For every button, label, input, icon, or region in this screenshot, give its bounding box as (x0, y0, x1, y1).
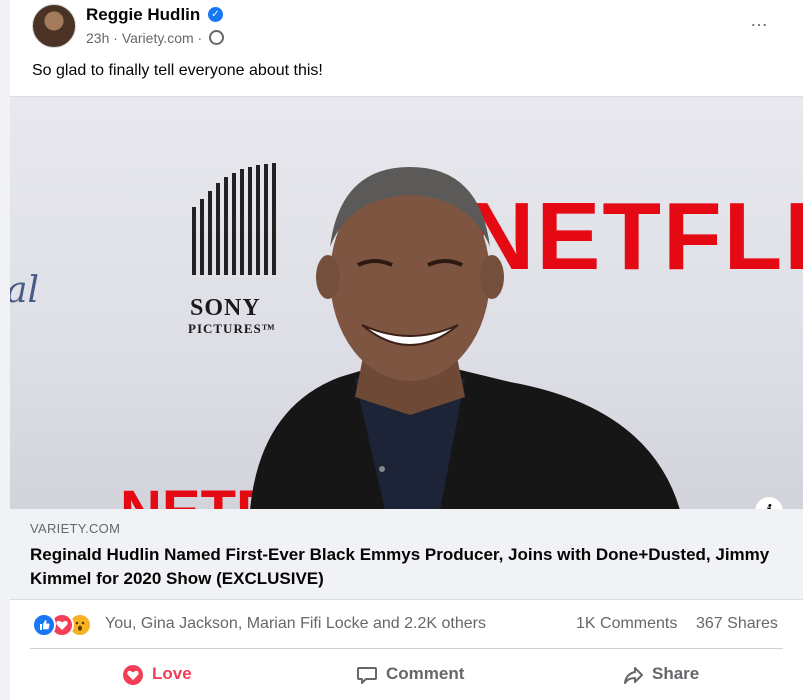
post-timestamp[interactable]: 23h (86, 30, 109, 46)
link-title[interactable]: Reginald Hudlin Named First-Ever Black E… (30, 543, 770, 591)
author-name[interactable]: Reggie Hudlin (86, 5, 200, 25)
shares-count[interactable]: 367 Shares (696, 615, 778, 633)
backdrop-netflix-text: NETFLIX (465, 183, 803, 290)
backdrop-netflix-partial-text: NETF (120, 479, 271, 510)
comment-button[interactable]: Comment (356, 658, 464, 690)
shirt-button (379, 466, 385, 472)
sony-emblem (192, 163, 276, 275)
post-meta: 23h · Variety.com · (86, 30, 225, 46)
author-avatar[interactable] (32, 4, 76, 48)
post-actions: Love Comment Share (10, 652, 803, 696)
link-domain: VARIETY.COM (30, 521, 121, 536)
backdrop-sony-text: SONY (190, 295, 261, 321)
post-source[interactable]: Variety.com (122, 30, 194, 46)
meta-separator: · (113, 30, 122, 46)
photo-illustration: NETFLIX NETF SONY PICTURES™ al (10, 163, 803, 510)
like-reaction-icon[interactable] (32, 613, 56, 637)
backdrop-script-text: al (10, 270, 39, 311)
link-preview-image[interactable]: NETFLIX NETF SONY PICTURES™ al (10, 96, 803, 510)
share-icon (622, 664, 644, 686)
link-preview-footer[interactable]: VARIETY.COM Reginald Hudlin Named First-… (10, 509, 803, 600)
more-options-icon[interactable]: … (750, 10, 768, 31)
backdrop-pictures-text: PICTURES™ (188, 321, 276, 336)
comments-count[interactable]: 1K Comments (576, 615, 677, 633)
love-button-label: Love (152, 664, 192, 683)
person-ear-right (480, 255, 504, 299)
actions-divider (30, 648, 783, 649)
share-button-label: Share (652, 664, 700, 683)
comment-button-label: Comment (386, 664, 465, 683)
verified-badge-icon: ✓ (208, 7, 223, 22)
person-ear-left (316, 255, 340, 299)
reactors-text[interactable]: You, Gina Jackson, Marian Fifi Locke and… (105, 615, 486, 633)
comment-icon (356, 664, 378, 686)
post-card: Reggie Hudlin ✓ 23h · Variety.com · … So… (10, 0, 803, 700)
love-button[interactable]: Love (122, 658, 192, 690)
reactions-summary: You, Gina Jackson, Marian Fifi Locke and… (10, 608, 803, 642)
post-header: Reggie Hudlin ✓ 23h · Variety.com · … (10, 0, 803, 56)
thumbs-up-icon (40, 620, 50, 630)
share-button[interactable]: Share (622, 658, 699, 690)
globe-icon[interactable] (209, 30, 225, 45)
love-icon (122, 664, 144, 686)
meta-separator: · (197, 30, 207, 46)
person-jacket (250, 365, 680, 510)
post-caption: So glad to finally tell everyone about t… (32, 62, 323, 79)
